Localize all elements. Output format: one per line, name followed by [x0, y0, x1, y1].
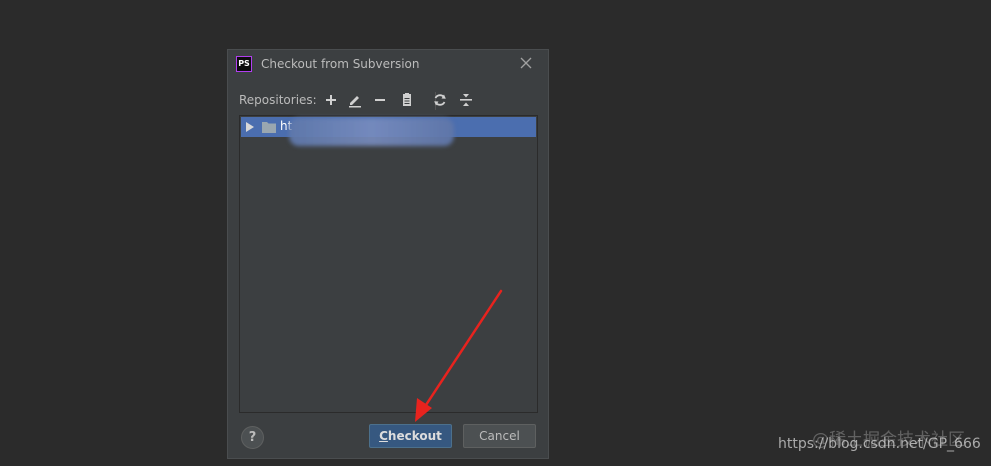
- remove-icon[interactable]: [372, 92, 388, 108]
- add-icon[interactable]: [323, 92, 339, 108]
- repositories-toolbar: Repositories:: [239, 92, 539, 110]
- checkout-button[interactable]: Checkout: [369, 424, 452, 448]
- close-icon[interactable]: [520, 57, 532, 69]
- repositories-label: Repositories:: [239, 93, 317, 107]
- folder-icon: [262, 122, 276, 133]
- help-button[interactable]: ?: [241, 426, 264, 449]
- checkout-dialog: PS Checkout from Subversion Repositories…: [227, 49, 549, 459]
- repository-row[interactable]: ht: [241, 117, 536, 146]
- edit-icon[interactable]: [347, 92, 363, 108]
- watermark-url: https://blog.csdn.net/GP_666: [778, 436, 981, 452]
- cancel-button[interactable]: Cancel: [463, 424, 536, 448]
- dialog-title: Checkout from Subversion: [261, 57, 420, 71]
- checkout-mnemonic: C: [379, 429, 388, 443]
- screen: PS Checkout from Subversion Repositories…: [0, 0, 991, 466]
- expand-arrow-icon[interactable]: [244, 121, 256, 133]
- dialog-titlebar: PS Checkout from Subversion: [228, 50, 548, 80]
- refresh-icon[interactable]: [432, 92, 448, 108]
- browse-icon[interactable]: [399, 92, 415, 108]
- collapse-icon[interactable]: [458, 92, 474, 108]
- checkout-label-rest: heckout: [387, 429, 442, 443]
- repositories-list[interactable]: ht: [239, 115, 538, 413]
- phpstorm-app-icon: PS: [236, 56, 252, 72]
- redacted-url-blur: [289, 118, 454, 146]
